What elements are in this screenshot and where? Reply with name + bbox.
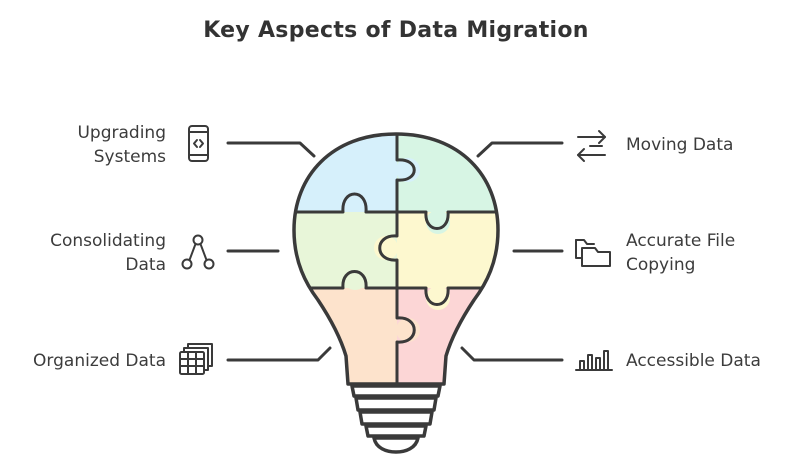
bar-chart-icon xyxy=(575,350,613,371)
connector-accessible-data xyxy=(460,346,564,362)
bulb-base-ring-4 xyxy=(364,424,428,438)
lightbulb-diagram xyxy=(179,125,613,454)
puzzle-piece-mid-right xyxy=(397,212,498,288)
folders-icon xyxy=(575,239,611,267)
connector-moving-data xyxy=(476,141,564,158)
bulb-base-ring-3 xyxy=(358,410,434,426)
table-stack-icon xyxy=(179,343,213,375)
bulb-tip xyxy=(372,436,420,454)
bulb-base xyxy=(350,384,442,454)
connector-upgrading-systems xyxy=(226,141,316,158)
connector-organized-data xyxy=(226,346,332,362)
bulb-base-ring-1 xyxy=(350,384,442,398)
mobile-code-icon xyxy=(188,125,209,162)
transfer-arrows-icon xyxy=(577,130,606,162)
bulb-base-ring-2 xyxy=(354,396,438,412)
hierarchy-icon xyxy=(181,234,215,270)
puzzle-piece-bottom-left xyxy=(294,288,397,384)
puzzle-pieces xyxy=(294,134,498,384)
